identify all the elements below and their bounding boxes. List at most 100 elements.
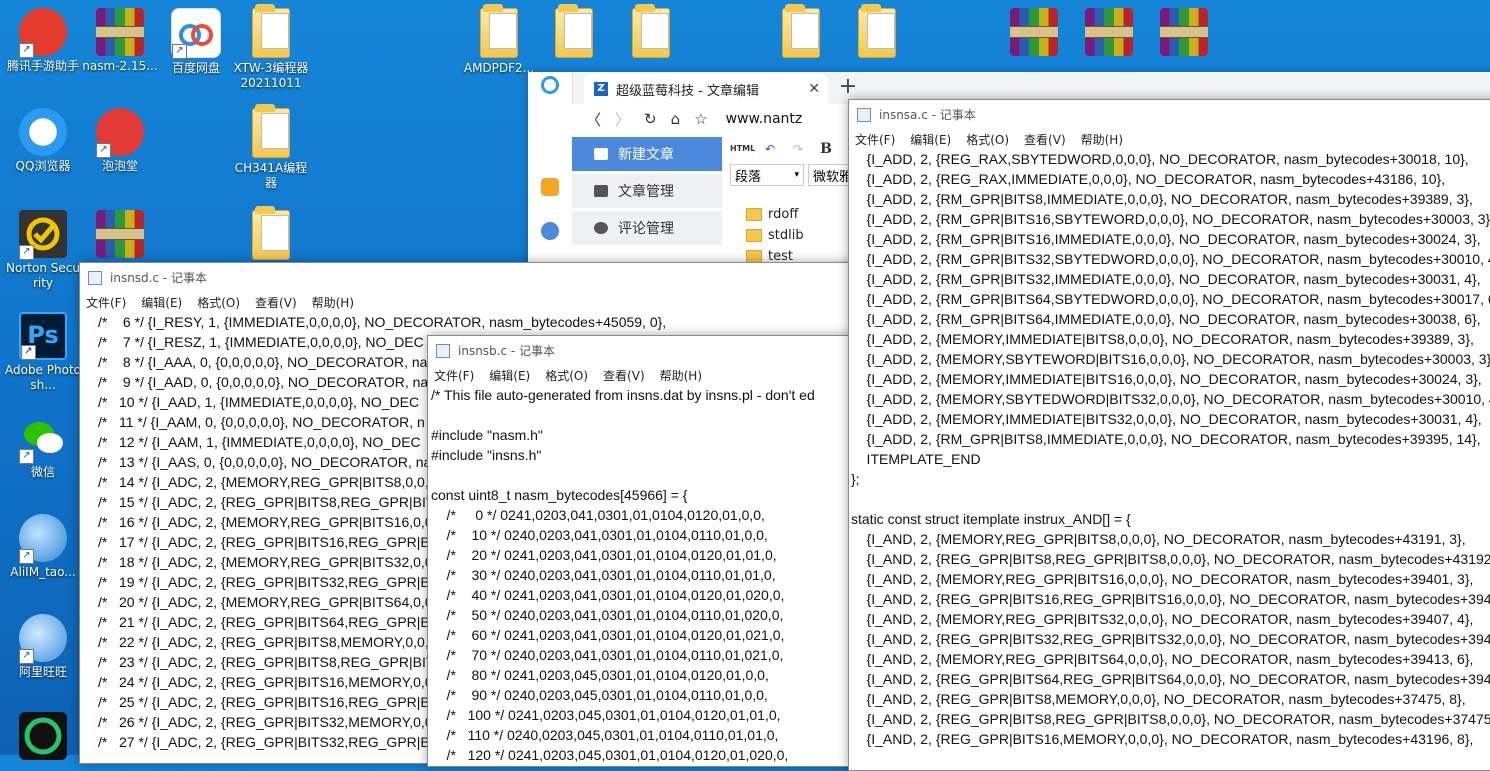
cms-nav-label: 新建文章 [618,147,674,163]
text-line: {I_AND, 2, {MEMORY,REG_GPR|BITS32,0,0,0}… [851,611,1474,627]
desktop-icon-app[interactable] [4,712,82,763]
menu-view[interactable]: 查看(V) [603,367,645,384]
menu-file[interactable]: 文件(F) [86,294,126,311]
text-line: const uint8_t nasm_bytecodes[45966] = { [431,487,688,503]
desktop-icon-label: Adobe Photosh... [4,363,81,392]
cms-nav-new-article[interactable]: 新建文章 [572,137,722,171]
browser-tab[interactable]: Z 超级蓝莓科技 - 文章编辑 ✕ [584,74,828,104]
text-line: {I_AND, 2, {REG_GPR|BITS16,MEMORY,0,0,0}… [851,731,1474,747]
font-select-value: 微软雅 [813,169,853,185]
close-tab-icon[interactable]: ✕ [808,81,820,97]
bookmark-star-icon[interactable]: ☆ [694,110,707,128]
aliwangwang-icon: ↗ [19,614,67,664]
menu-file[interactable]: 文件(F) [855,131,895,148]
desktop-icon-aliwangwang[interactable]: ↗ 阿里旺旺 [4,614,82,680]
cms-sidebar: 新建文章 文章管理 评论管理 [572,134,722,272]
desktop-icon-archive[interactable] [1070,8,1148,59]
favorites-icon[interactable] [541,178,559,196]
menu-format[interactable]: 格式(O) [966,131,1009,148]
menu-help[interactable]: 帮助(H) [660,367,702,384]
text-line: {I_ADD, 2, {RM_GPR|BITS64,IMMEDIATE,0,0,… [851,311,1481,327]
text-area[interactable]: /* This file auto-generated from insns.d… [428,385,868,765]
home-icon[interactable]: ⌂ [671,110,681,128]
text-area[interactable]: {I_ADD, 2, {REG_RAX,SBYTEDWORD,0,0,0}, N… [849,149,1490,749]
shortcut-arrow-icon: ↗ [19,549,34,564]
text-line: /* 100 */ 0241,0203,045,0301,01,0104,012… [431,707,781,723]
menu-format[interactable]: 格式(O) [197,294,240,311]
qq-browser-logo-icon[interactable] [541,76,559,94]
desktop-icon-folder[interactable] [232,206,310,263]
desktop-icon-folder[interactable] [762,4,840,61]
new-tab-button[interactable]: + [834,74,862,102]
pdf-folder-icon [480,4,518,58]
desktop-icon-tencent-game-assistant[interactable]: ↗ 腾讯手游助手 [4,8,82,74]
list-item[interactable]: rdoff [746,204,804,225]
text-line: {I_ADD, 2, {MEMORY,IMMEDIATE|BITS8,0,0,0… [851,331,1474,347]
menu-view[interactable]: 查看(V) [255,294,297,311]
text-line: }; [851,471,860,487]
paopaotang-icon: ↗ [96,108,144,158]
menu-view[interactable]: 查看(V) [1024,131,1066,148]
shortcut-arrow-icon: ↗ [21,345,36,360]
chevron-down-icon: ▾ [794,170,799,180]
list-icon [594,185,608,197]
window-title: insnsa.c - 记事本 [879,108,976,122]
window-title: insnsb.c - 记事本 [458,344,556,358]
forward-icon[interactable]: 〉 [615,109,630,130]
desktop-icon-norton[interactable]: ↗ Norton Security [4,210,82,291]
text-line: #include "insns.h" [431,447,542,463]
cms-nav-article-manage[interactable]: 文章管理 [572,174,722,208]
paragraph-select[interactable]: 段落 ▾ [730,164,804,186]
desktop-icon-aliim[interactable]: ↗ AliIM_tao... [4,514,82,580]
desktop-icon-label: 阿里旺旺 [18,665,67,679]
menu-format[interactable]: 格式(O) [545,367,588,384]
desktop-icon-archive[interactable] [81,210,159,261]
reload-icon[interactable]: ↻ [644,110,657,128]
window-titlebar: insnsb.c - 记事本 [428,336,868,365]
desktop-icon-folder[interactable] [535,4,613,61]
address-bar[interactable]: www.nantz [726,111,803,127]
desktop-icon-folder[interactable] [612,4,690,61]
desktop-icon-baidu-netdisk[interactable]: ↗ 百度网盘 [157,8,235,76]
back-icon[interactable]: 〈 [586,109,601,130]
menu-help[interactable]: 帮助(H) [312,294,354,311]
menu-bar: 文件(F) 编辑(E) 格式(O) 查看(V) 帮助(H) [849,129,1490,149]
menu-edit[interactable]: 编辑(E) [489,367,530,384]
text-line: {I_AND, 2, {REG_GPR|BITS8,MEMORY,0,0,0},… [851,691,1466,707]
menu-edit[interactable]: 编辑(E) [141,294,182,311]
html-source-button[interactable]: HTML [730,139,755,159]
desktop-icon-nasm[interactable]: nasm-2.15... [81,8,159,74]
redo-icon[interactable]: ↷ [786,139,810,159]
comment-icon [594,222,608,234]
desktop-icon-archive[interactable] [1145,8,1223,59]
desktop-icon-photoshop[interactable]: Ps ↗ Adobe Photosh... [4,312,82,393]
desktop-icon-ch341a-folder[interactable]: CH341A编程器 [232,104,310,191]
menu-help[interactable]: 帮助(H) [1081,131,1123,148]
desktop-icon-archive[interactable] [995,8,1073,59]
list-item[interactable]: stdlib [746,225,804,246]
notepad-window-insnsa: insnsa.c - 记事本 文件(F) 编辑(E) 格式(O) 查看(V) 帮… [848,99,1490,771]
app-icon [19,712,67,760]
text-line: {I_AND, 2, {REG_GPR|BITS16,REG_GPR|BITS1… [851,591,1490,607]
text-line: {I_ADD, 2, {RM_GPR|BITS16,IMMEDIATE,0,0,… [851,231,1481,247]
desktop-icon-folder[interactable] [838,4,916,61]
text-line: {I_ADD, 2, {RM_GPR|BITS32,IMMEDIATE,0,0,… [851,271,1481,287]
bold-button[interactable]: B [814,139,838,159]
history-icon[interactable] [541,222,559,240]
desktop-icon-amdpdf[interactable]: AMDPDF2... [460,4,538,76]
desktop-icon-qq-browser[interactable]: QQ浏览器 [4,108,82,174]
text-line: {I_AND, 2, {REG_GPR|BITS8,REG_GPR|BITS8,… [851,551,1490,567]
text-line: static const struct itemplate instrux_AN… [851,511,1131,527]
text-line: /* 40 */ 0241,0203,041,0301,01,0104,0120… [431,587,785,603]
desktop-icon-wechat[interactable]: ↗ 微信 [4,414,82,480]
undo-icon[interactable]: ↶ [758,139,782,159]
desktop-icon-xtw3-folder[interactable]: XTW-3编程器20211011 [232,4,310,91]
text-line [431,465,868,485]
menu-file[interactable]: 文件(F) [434,367,474,384]
text-line: {I_AND, 2, {REG_GPR|BITS32,REG_GPR|BITS3… [851,631,1490,647]
menu-edit[interactable]: 编辑(E) [910,131,951,148]
desktop-icon-paopaotang[interactable]: ↗ 泡泡堂 [81,108,159,174]
baidu-netdisk-icon: ↗ [171,8,221,59]
text-line: #include "nasm.h" [431,427,543,443]
cms-nav-comment-manage[interactable]: 评论管理 [572,211,722,245]
